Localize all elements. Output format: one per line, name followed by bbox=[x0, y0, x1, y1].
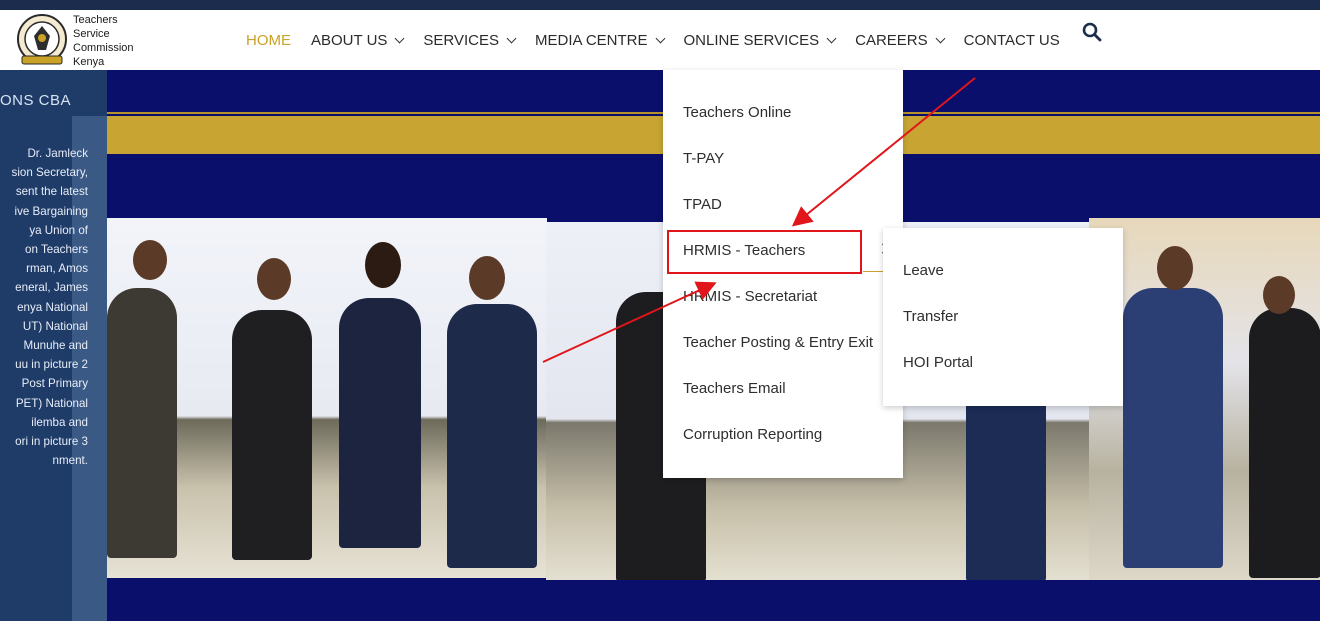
person-figure bbox=[339, 298, 421, 548]
menu-item-corruption-reporting[interactable]: Corruption Reporting bbox=[683, 426, 822, 443]
slide-body-line: ya Union of bbox=[29, 223, 88, 237]
slide-body-line: uu in picture 2 bbox=[15, 358, 88, 372]
slide-body-line: enya National bbox=[17, 300, 88, 314]
slide-body-line: PET) National bbox=[15, 396, 88, 410]
slide-caption-panel: ONS CBA Dr. Jamleck sion Secretary, sent… bbox=[0, 70, 107, 621]
slide-body-line: Dr. Jamleck bbox=[27, 147, 88, 160]
logo-wordmark: Teachers Service Commission Kenya bbox=[73, 13, 134, 69]
nav-services[interactable]: SERVICES bbox=[423, 31, 517, 49]
slide-body: Dr. Jamleck sion Secretary, sent the lat… bbox=[0, 144, 88, 470]
nav-label: CONTACT US bbox=[963, 31, 1060, 49]
menu-item-teachers-email[interactable]: Teachers Email bbox=[683, 380, 786, 397]
tsc-seal-icon bbox=[17, 14, 67, 65]
person-head bbox=[1263, 276, 1295, 314]
cba-photo-1 bbox=[107, 218, 547, 578]
nav-about-us[interactable]: ABOUT US bbox=[311, 31, 405, 49]
slide-body-line: nment. bbox=[52, 454, 88, 468]
slide-body-line: sent the latest bbox=[15, 185, 88, 199]
nav-online-services[interactable]: ONLINE SERVICES bbox=[683, 31, 837, 49]
slide-body-line: ori in picture 3 bbox=[15, 435, 88, 449]
slide-body-line: UT) National bbox=[22, 319, 88, 333]
nav-home[interactable]: HOME bbox=[246, 32, 291, 49]
menu-item-t-pay[interactable]: T-PAY bbox=[683, 150, 724, 167]
logo-line: Service bbox=[73, 28, 110, 40]
nav-label: ONLINE SERVICES bbox=[683, 31, 820, 49]
annotation-highlight-box bbox=[667, 230, 862, 274]
person-head bbox=[365, 242, 401, 288]
slide-body-line: Munuhe and bbox=[23, 339, 88, 353]
submenu-item-transfer[interactable]: Transfer bbox=[903, 308, 958, 325]
nav-label: ABOUT US bbox=[311, 31, 388, 49]
online-services-dropdown: Teachers Online T-PAY TPAD HRMIS - Teach… bbox=[663, 70, 903, 478]
submenu-item-leave[interactable]: Leave bbox=[903, 262, 944, 279]
slide-body-line: Post Primary bbox=[21, 377, 88, 391]
top-bar bbox=[0, 0, 1320, 10]
chevron-down-icon bbox=[935, 33, 946, 43]
cba-photo-3 bbox=[1089, 218, 1320, 580]
person-head bbox=[469, 256, 505, 300]
main-nav: HOME ABOUT US SERVICES MEDIA CENTRE ONLI… bbox=[246, 10, 1080, 70]
logo-line: Kenya bbox=[73, 56, 105, 68]
logo-line: Teachers bbox=[73, 14, 118, 26]
nav-label: CAREERS bbox=[855, 31, 928, 49]
person-figure bbox=[447, 304, 537, 568]
slide-body-line: sion Secretary, bbox=[11, 166, 88, 180]
menu-item-tpad[interactable]: TPAD bbox=[683, 196, 722, 213]
person-figure bbox=[1249, 308, 1320, 578]
person-head bbox=[133, 240, 167, 280]
nav-careers[interactable]: CAREERS bbox=[855, 31, 946, 49]
menu-item-teacher-posting[interactable]: Teacher Posting & Entry Exit bbox=[683, 334, 873, 351]
person-figure bbox=[1123, 288, 1223, 568]
nav-label: SERVICES bbox=[423, 31, 499, 49]
slide-body-line: rman, Amos bbox=[26, 262, 88, 276]
slide-body-line: ive Bargaining bbox=[14, 204, 88, 218]
logo-line: Commission bbox=[73, 42, 134, 54]
nav-label: MEDIA CENTRE bbox=[535, 31, 648, 49]
nav-media-centre[interactable]: MEDIA CENTRE bbox=[535, 31, 665, 49]
person-figure bbox=[107, 288, 177, 558]
slide-body-line: ilemba and bbox=[31, 415, 88, 429]
slide-title: ONS CBA bbox=[0, 92, 72, 109]
menu-item-hrmis-secretariat[interactable]: HRMIS - Secretariat bbox=[683, 288, 817, 305]
chevron-down-icon bbox=[655, 33, 665, 43]
search-icon[interactable] bbox=[1082, 22, 1102, 42]
slide-body-line: eneral, James bbox=[15, 281, 88, 295]
chevron-down-icon bbox=[394, 33, 405, 43]
nav-label: HOME bbox=[246, 31, 291, 49]
person-head bbox=[1157, 246, 1193, 290]
person-figure bbox=[232, 310, 312, 560]
person-head bbox=[257, 258, 291, 300]
chevron-down-icon bbox=[826, 33, 837, 43]
submenu-item-hoi-portal[interactable]: HOI Portal bbox=[903, 354, 973, 371]
slide-body-line: on Teachers bbox=[25, 243, 88, 257]
hrmis-teachers-submenu: Leave Transfer HOI Portal bbox=[883, 228, 1123, 406]
menu-item-teachers-online[interactable]: Teachers Online bbox=[683, 104, 791, 121]
nav-contact-us[interactable]: CONTACT US bbox=[964, 32, 1060, 49]
tsc-logo[interactable]: Teachers Service Commission Kenya bbox=[12, 12, 142, 68]
chevron-down-icon bbox=[506, 33, 517, 43]
